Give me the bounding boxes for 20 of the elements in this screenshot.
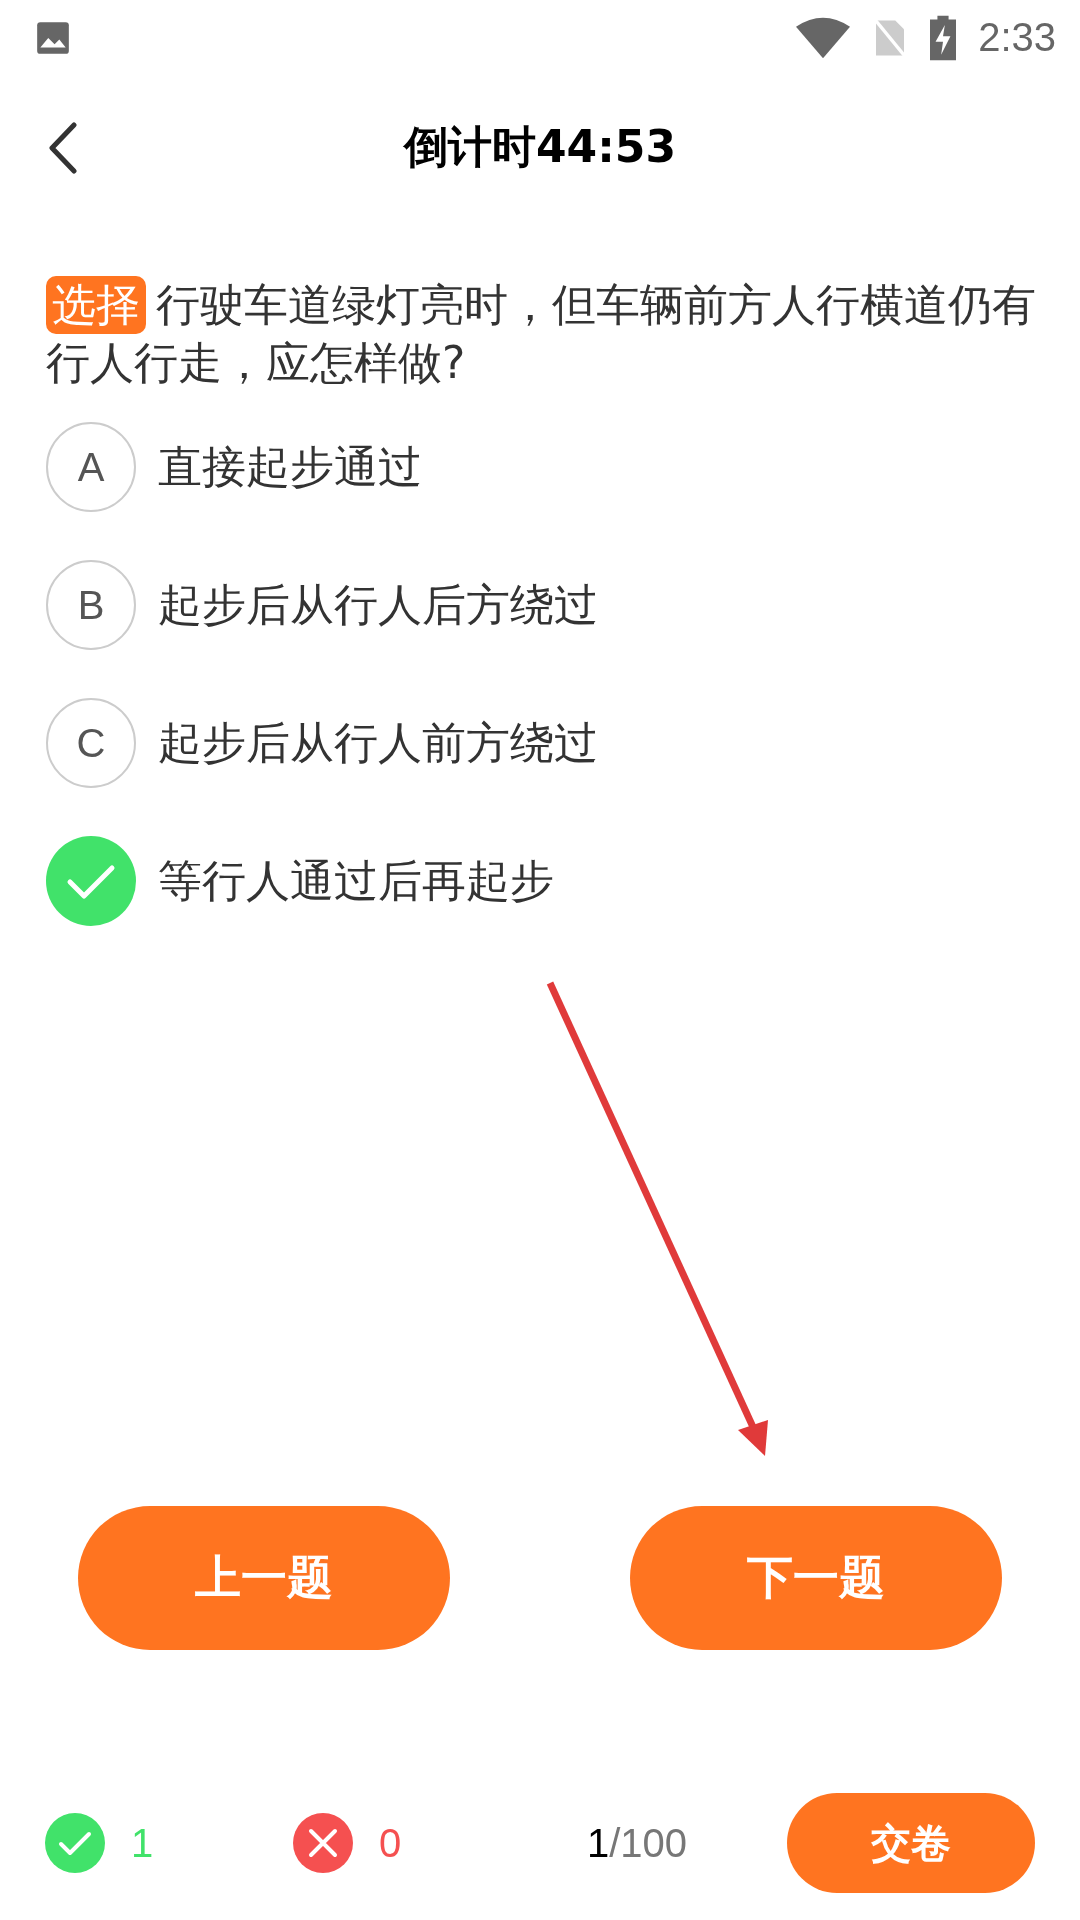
countdown-title: 倒计时44:53 [403, 120, 677, 174]
wifi-icon [796, 16, 851, 59]
question-type-tag: 选择 [46, 276, 146, 334]
progress-counter: 1/100 [587, 1820, 688, 1866]
option-letter[interactable]: C [46, 698, 136, 788]
option-letter[interactable]: B [46, 560, 136, 650]
option-text[interactable]: 等行人通过后再起步 [158, 851, 554, 911]
battery-charging-icon [930, 14, 957, 61]
option-text[interactable]: 起步后从行人后方绕过 [158, 575, 598, 635]
question-text: 选择 行驶车道绿灯亮时，但车辆前方人行横道仍有行人行走，应怎样做? [46, 276, 1040, 392]
check-icon[interactable] [46, 836, 136, 926]
status-time: 2:33 [978, 15, 1056, 60]
back-icon[interactable] [48, 122, 78, 174]
check-icon [45, 1813, 105, 1873]
option-text[interactable]: 起步后从行人前方绕过 [158, 713, 598, 773]
option-letter[interactable]: A [46, 422, 136, 512]
option-text[interactable]: 直接起步通过 [158, 437, 422, 497]
wrong-count: 0 [379, 1820, 402, 1866]
wrong-icon [293, 1813, 353, 1873]
correct-count: 1 [131, 1820, 154, 1866]
